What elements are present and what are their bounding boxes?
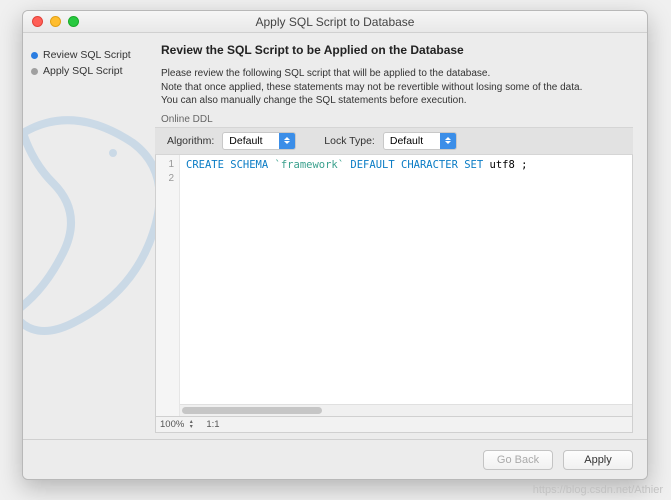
algorithm-label: Algorithm:	[167, 135, 214, 147]
chevron-updown-icon	[279, 133, 295, 149]
main-panel: Review the SQL Script to be Applied on t…	[151, 33, 647, 439]
locktype-select[interactable]: Default	[383, 132, 457, 150]
line-gutter: 1 2	[156, 155, 180, 417]
close-icon[interactable]	[32, 16, 43, 27]
bullet-active-icon	[31, 52, 38, 59]
instruction-line: You can also manually change the SQL sta…	[161, 94, 633, 108]
locktype-value: Default	[384, 135, 440, 147]
sidebar: Review SQL Script Apply SQL Script	[23, 33, 151, 439]
code-content[interactable]: CREATE SCHEMA `framework` DEFAULT CHARAC…	[180, 155, 632, 417]
ddl-controls: Algorithm: Default Lock Type: Default	[155, 127, 633, 155]
online-ddl-label: Online DDL	[161, 114, 633, 125]
dialog-window: Apply SQL Script to Database Review SQL …	[22, 10, 648, 480]
algorithm-select[interactable]: Default	[222, 132, 296, 150]
instruction-line: Note that once applied, these statements…	[161, 81, 633, 95]
scrollbar-thumb[interactable]	[182, 407, 322, 414]
traffic-lights	[23, 16, 79, 27]
sidebar-item-review[interactable]: Review SQL Script	[31, 47, 143, 63]
algorithm-value: Default	[223, 135, 279, 147]
sidebar-item-label: Review SQL Script	[43, 49, 131, 61]
line-number: 2	[156, 172, 179, 186]
locktype-label: Lock Type:	[324, 135, 375, 147]
chevron-updown-icon	[440, 133, 456, 149]
zoom-value: 100%	[160, 419, 184, 430]
window-title: Apply SQL Script to Database	[23, 15, 647, 29]
content-area: Review SQL Script Apply SQL Script Revie…	[23, 33, 647, 439]
apply-button[interactable]: Apply	[563, 450, 633, 470]
sidebar-item-apply[interactable]: Apply SQL Script	[31, 63, 143, 79]
sql-editor[interactable]: 1 2 CREATE SCHEMA `framework` DEFAULT CH…	[155, 155, 633, 418]
sidebar-item-label: Apply SQL Script	[43, 65, 123, 77]
zoom-stepper[interactable]: ▴ ▾	[186, 420, 196, 430]
instructions: Please review the following SQL script t…	[161, 67, 633, 108]
maximize-icon[interactable]	[68, 16, 79, 27]
minimize-icon[interactable]	[50, 16, 61, 27]
go-back-button: Go Back	[483, 450, 553, 470]
watermark: https://blog.csdn.net/Athier	[533, 484, 663, 496]
page-title: Review the SQL Script to be Applied on t…	[161, 43, 633, 57]
horizontal-scrollbar[interactable]	[180, 404, 632, 416]
button-bar: Go Back Apply	[23, 439, 647, 479]
cursor-position: 1:1	[206, 419, 219, 430]
zoom-control[interactable]: 100% ▴ ▾	[160, 419, 196, 430]
editor-footer: 100% ▴ ▾ 1:1	[155, 417, 633, 433]
line-number: 1	[156, 158, 179, 172]
instruction-line: Please review the following SQL script t…	[161, 67, 633, 81]
titlebar[interactable]: Apply SQL Script to Database	[23, 11, 647, 33]
chevron-down-icon[interactable]: ▾	[186, 425, 196, 430]
bullet-inactive-icon	[31, 68, 38, 75]
